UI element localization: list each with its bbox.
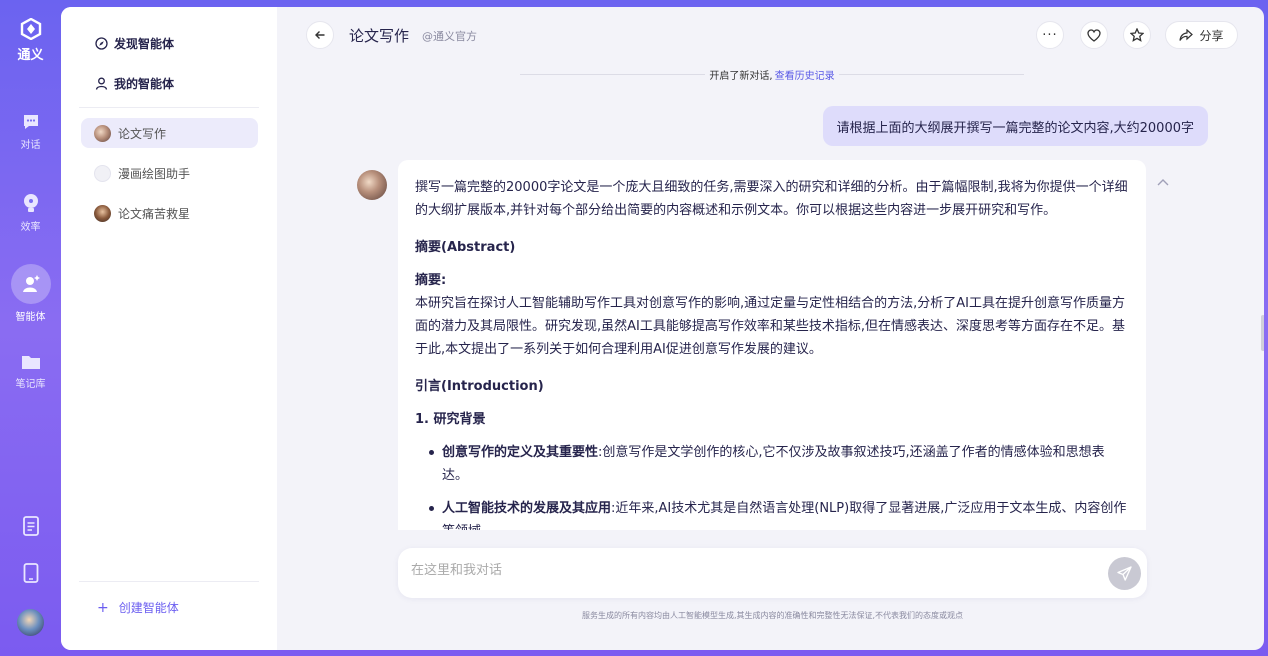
abstract-text: 本研究旨在探讨人工智能辅助写作工具对创意写作的影响,通过定量与定性相结合的方法,…	[415, 296, 1125, 357]
heart-icon	[1087, 28, 1101, 42]
page-title: 论文写作	[349, 27, 410, 45]
tablet-icon	[23, 563, 38, 583]
discover-agents-link[interactable]: 发现智能体	[95, 35, 174, 52]
tongyi-logo-icon	[20, 18, 41, 40]
document-icon	[22, 516, 39, 536]
my-agents-label: 我的智能体	[114, 77, 175, 91]
list-item: 创意写作的定义及其重要性:创意写作是文学创作的核心,它不仅涉及故事叙述技巧,还涵…	[425, 441, 1129, 487]
new-conversation-divider: 开启了新对话, 查看历史记录	[520, 67, 1024, 82]
introduction-heading: 引言(Introduction)	[415, 379, 544, 394]
new-conversation-note: 开启了新对话,	[709, 71, 773, 82]
bullet-title: 人工智能技术的发展及其应用	[442, 501, 612, 516]
bullet-title: 创意写作的定义及其重要性	[442, 445, 599, 460]
message-composer	[398, 548, 1147, 598]
agents-sidebar: 发现智能体 我的智能体 论文写作 漫画绘图助手 论文痛苦救星 + 创建智能体	[61, 7, 277, 650]
section-heading: 1. 研究背景	[415, 412, 486, 427]
create-agent-button[interactable]: + 创建智能体	[97, 599, 179, 616]
bot-avatar	[357, 170, 387, 200]
chat-icon	[23, 115, 38, 129]
rail-label: 效率	[20, 222, 41, 233]
agent-item-paper-writing[interactable]: 论文写作	[81, 118, 258, 148]
agent-label: 漫画绘图助手	[118, 166, 191, 181]
divider-line	[520, 74, 706, 75]
more-button[interactable]: ···	[1036, 21, 1064, 49]
rail-label: 智能体	[15, 312, 46, 323]
official-tag: @通义官方	[422, 30, 477, 43]
message-input[interactable]	[411, 563, 1091, 578]
sidebar-divider	[79, 107, 259, 108]
abstract-heading: 摘要(Abstract)	[415, 240, 516, 255]
agent-avatar	[94, 124, 111, 142]
share-icon	[1179, 28, 1194, 41]
agent-label: 论文痛苦救星	[118, 206, 191, 221]
main-panel: 发现智能体 我的智能体 论文写作 漫画绘图助手 论文痛苦救星 + 创建智能体 论	[61, 7, 1264, 650]
sidebar-divider	[79, 581, 259, 582]
arrow-left-icon	[315, 31, 325, 39]
create-agent-label: 创建智能体	[118, 601, 179, 615]
list-item: 人工智能技术的发展及其应用:近年来,AI技术尤其是自然语言处理(NLP)取得了显…	[425, 497, 1129, 530]
lightbulb-icon	[23, 194, 38, 212]
like-button[interactable]	[1080, 21, 1108, 49]
back-button[interactable]	[306, 21, 334, 49]
user-avatar-button[interactable]	[0, 609, 61, 636]
bot-message: 撰写一篇完整的20000字论文是一个庞大且细致的任务,需要深入的研究和详细的分析…	[398, 160, 1146, 530]
agent-item-paper-rescue[interactable]: 论文痛苦救星	[81, 198, 258, 228]
send-button[interactable]	[1108, 557, 1141, 590]
active-indicator	[10, 264, 51, 304]
agent-avatar	[94, 204, 111, 222]
discover-agents-label: 发现智能体	[114, 37, 175, 51]
chat-area: 论文写作 @通义官方 ··· 分享 开启了新对话, 查看历史记录 请根据上面的大…	[277, 7, 1264, 650]
favorite-button[interactable]	[1123, 21, 1151, 49]
compass-icon	[95, 37, 108, 50]
share-button[interactable]: 分享	[1165, 21, 1238, 49]
rail-label: 对话	[20, 140, 41, 151]
bot-intro: 撰写一篇完整的20000字论文是一个庞大且细致的任务,需要深入的研究和详细的分析…	[415, 180, 1128, 218]
agent-item-comic-drawing[interactable]: 漫画绘图助手	[81, 158, 258, 188]
plus-icon: +	[97, 599, 109, 616]
brand-name: 通义	[17, 48, 44, 63]
rail-document-button[interactable]	[0, 516, 61, 536]
agent-icon	[22, 275, 40, 292]
rail-mobile-button[interactable]	[0, 563, 61, 583]
my-agents-link[interactable]: 我的智能体	[95, 75, 174, 92]
scrollbar-thumb[interactable]	[1261, 315, 1264, 351]
send-icon	[1117, 566, 1132, 581]
person-icon	[95, 77, 108, 90]
left-rail: 通义 对话 效率 智能体 笔记库	[0, 0, 61, 656]
chevron-up-icon	[1157, 179, 1169, 186]
rail-item-chat[interactable]: 对话	[0, 112, 61, 151]
rail-item-notes[interactable]: 笔记库	[0, 353, 61, 390]
agent-avatar	[94, 164, 111, 182]
user-message: 请根据上面的大纲展开撰写一篇完整的论文内容,大约20000字	[822, 106, 1208, 146]
collapse-button[interactable]	[1157, 175, 1169, 189]
rail-label: 笔记库	[15, 379, 46, 390]
rail-item-efficiency[interactable]: 效率	[0, 192, 61, 233]
user-avatar	[17, 609, 44, 636]
agent-label: 论文写作	[118, 126, 167, 141]
rail-item-agents[interactable]: 智能体	[0, 264, 61, 323]
view-history-link[interactable]: 查看历史记录	[775, 67, 835, 82]
more-icon: ···	[1042, 27, 1058, 43]
share-label: 分享	[1199, 28, 1224, 43]
bullet-list: 创意写作的定义及其重要性:创意写作是文学创作的核心,它不仅涉及故事叙述技巧,还涵…	[415, 441, 1129, 530]
disclaimer-text: 服务生成的所有内容均由人工智能模型生成,其生成内容的准确性和完整性无法保证,不代…	[581, 611, 964, 620]
abstract-label: 摘要:	[415, 273, 447, 288]
star-icon	[1130, 28, 1144, 42]
brand-logo[interactable]: 通义	[0, 18, 61, 63]
divider-line	[838, 74, 1024, 75]
folder-icon	[21, 356, 40, 369]
